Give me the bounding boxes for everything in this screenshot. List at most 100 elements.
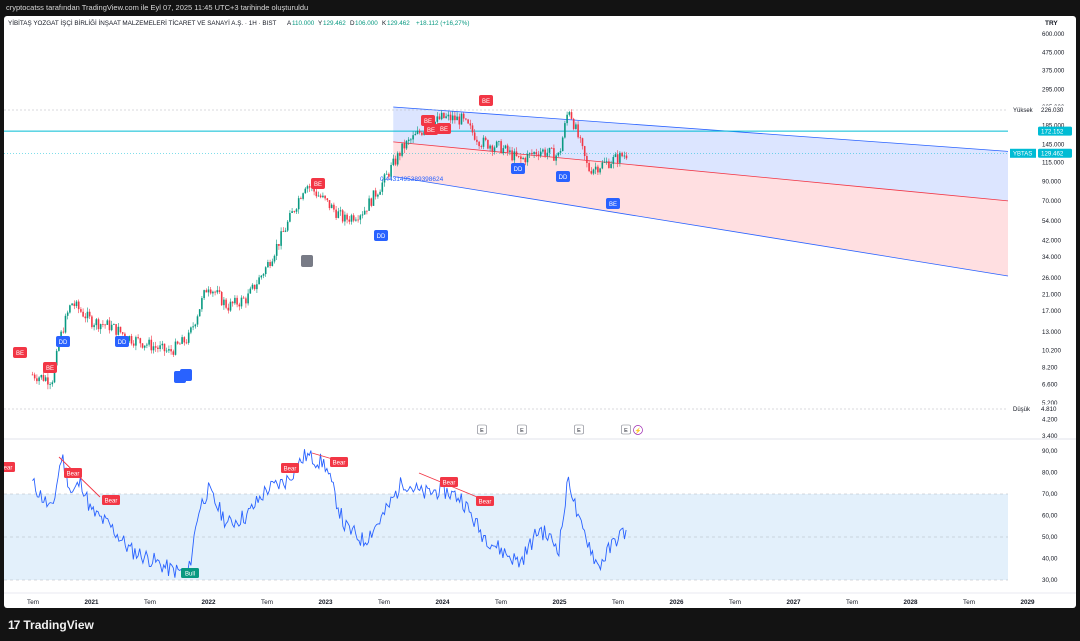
candle [348, 215, 351, 225]
candle [267, 259, 269, 268]
candle [273, 254, 276, 264]
candle [203, 289, 205, 300]
candle [286, 220, 289, 232]
y-tick-label: 375.000 [1042, 68, 1065, 75]
candle [152, 342, 155, 354]
candle [71, 303, 73, 306]
candle [350, 213, 353, 225]
rsi-label: Bear [102, 495, 120, 505]
svg-text:BE: BE [427, 128, 435, 134]
candle [66, 310, 69, 320]
earnings-event: E [477, 424, 487, 435]
earnings-event: E [574, 424, 584, 435]
svg-text:Bear: Bear [333, 461, 346, 467]
candle [306, 184, 309, 193]
candle [139, 337, 142, 348]
svg-text:E: E [624, 428, 628, 434]
candle [190, 326, 192, 335]
x-tick-label: Tem [144, 599, 156, 606]
svg-text:Bear: Bear [284, 467, 297, 473]
candle [262, 272, 265, 279]
chart-canvas[interactable]: BEBEDDDDBEDDBEBEBEBEDDDDBEEEEE⚡ BearBear… [4, 16, 1076, 608]
candle [253, 284, 256, 291]
price-label: 172.152 [1038, 126, 1072, 136]
candle [377, 193, 379, 199]
candle [231, 301, 234, 307]
svg-text:BE: BE [46, 366, 54, 372]
candle [69, 304, 71, 314]
candle [73, 300, 76, 310]
candle [324, 195, 326, 201]
candle [88, 308, 91, 320]
candle [218, 286, 221, 294]
candle [317, 191, 320, 197]
svg-text:129.462: 129.462 [1041, 150, 1064, 157]
svg-text:Bear: Bear [67, 472, 80, 478]
candle [572, 117, 575, 131]
candle [242, 295, 245, 299]
candle [337, 207, 340, 219]
candle [225, 298, 227, 310]
signal-label: BE [43, 362, 57, 373]
signal-label: BE [424, 124, 438, 135]
svg-text:129.462: 129.462 [323, 20, 346, 27]
rsi-tick-label: 80,00 [1042, 470, 1058, 477]
x-tick-label: Tem [612, 599, 624, 606]
candle [119, 326, 122, 334]
candle [352, 213, 355, 223]
svg-text:Bear: Bear [443, 481, 456, 487]
y-tick-label: 34.000 [1042, 254, 1061, 261]
signal-label: DD [511, 163, 525, 174]
candle [86, 307, 89, 323]
svg-text:DD: DD [59, 340, 68, 346]
rsi-label: Bear [440, 477, 458, 487]
candle [396, 151, 399, 167]
candle [212, 290, 214, 297]
x-tick-label: 2029 [1020, 599, 1035, 606]
candle [335, 206, 337, 220]
ohlc-readout: A 110.000 Y 129.462 D 106.000 K 129.462 … [287, 20, 469, 27]
rsi-tick-label: 90,00 [1042, 448, 1058, 455]
candle [385, 170, 388, 175]
svg-text:E: E [480, 428, 484, 434]
candle [357, 215, 359, 223]
signal-marker [301, 255, 313, 267]
tradingview-logo[interactable]: 17 TradingView [8, 617, 94, 633]
candle [346, 212, 348, 224]
candle [220, 291, 223, 306]
candle [64, 313, 67, 334]
candle [302, 192, 304, 201]
candle [282, 227, 285, 233]
x-tick-label: Tem [729, 599, 741, 606]
rsi-label: Bear [476, 496, 494, 506]
candle [319, 193, 322, 199]
candle [500, 139, 502, 154]
candle [401, 143, 403, 158]
y-tick-label: 600.000 [1042, 31, 1065, 38]
candle [181, 334, 183, 345]
svg-text:BE: BE [16, 351, 24, 357]
candle [467, 118, 469, 124]
candle [51, 380, 54, 387]
channel-annotation: 0.4431495389398624 [380, 176, 444, 183]
candle [359, 214, 362, 225]
chart-panel[interactable]: BEBEDDDDBEDDBEBEBEBEDDDDBEEEEE⚡ BearBear… [4, 16, 1076, 608]
candle [95, 317, 98, 330]
candle [99, 323, 102, 334]
candle [115, 324, 117, 338]
y-tick-label: 17.000 [1042, 308, 1061, 315]
candle [91, 314, 93, 329]
candle [249, 286, 252, 294]
candle [280, 227, 282, 250]
y-tick-label: 10.200 [1042, 348, 1061, 355]
rsi-tick-label: 70,00 [1042, 491, 1058, 498]
signal-label: BE [311, 178, 325, 189]
candle [117, 322, 120, 336]
x-tick-label: 2022 [201, 599, 216, 606]
signal-marker [180, 369, 192, 381]
rsi-tick-label: 50,00 [1042, 534, 1058, 541]
candle [297, 195, 300, 214]
candle [157, 345, 159, 353]
candle [291, 207, 293, 214]
candle [121, 331, 124, 336]
